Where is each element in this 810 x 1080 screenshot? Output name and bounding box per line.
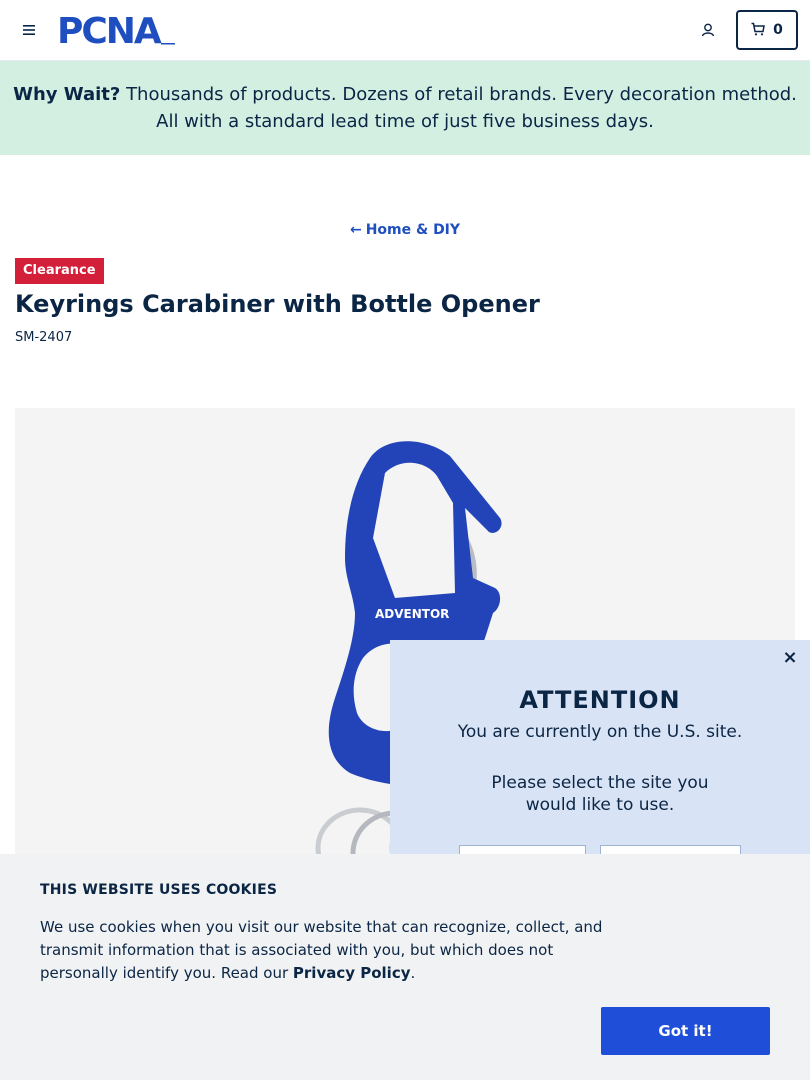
- cookie-text: We use cookies when you visit our websit…: [40, 916, 610, 985]
- cart-count: 0: [773, 22, 783, 38]
- cookie-title: THIS WEBSITE USES COOKIES: [40, 882, 278, 898]
- product-title: Keyrings Carabiner with Bottle Opener: [15, 290, 540, 318]
- breadcrumb-back-link[interactable]: ← Home & DIY: [0, 222, 810, 238]
- clearance-badge: Clearance: [15, 258, 104, 284]
- breadcrumb-label: Home & DIY: [365, 222, 461, 238]
- promo-lead: Why Wait?: [13, 84, 121, 105]
- pcna-logo[interactable]: PCNA: [57, 11, 177, 52]
- privacy-policy-link[interactable]: Privacy Policy: [293, 964, 411, 982]
- logo-text: PCNA: [57, 13, 162, 47]
- cookie-end: .: [410, 964, 416, 982]
- cart-button[interactable]: 0: [736, 10, 798, 50]
- cookie-banner: THIS WEBSITE USES COOKIES We use cookies…: [0, 854, 810, 1080]
- close-icon[interactable]: ×: [780, 648, 800, 668]
- product-sku: SM-2407: [15, 330, 73, 345]
- modal-title: ATTENTION: [519, 686, 681, 714]
- modal-current-site-text: You are currently on the U.S. site.: [457, 722, 743, 742]
- promo-banner: Why Wait? Thousands of products. Dozens …: [0, 61, 810, 155]
- modal-instruction-text: Please select the site you would like to…: [491, 773, 709, 815]
- cart-icon: [751, 21, 766, 40]
- promo-body: Thousands of products. Dozens of retail …: [120, 84, 797, 132]
- hamburger-menu-icon[interactable]: [18, 20, 40, 40]
- account-icon[interactable]: [696, 18, 720, 42]
- site-header: PCNA 0: [0, 0, 810, 61]
- promo-text: Why Wait? Thousands of products. Dozens …: [12, 81, 798, 135]
- got-it-button[interactable]: Got it!: [601, 1007, 770, 1055]
- product-imprint: ADVENTOR: [375, 607, 449, 621]
- arrow-left-icon: ←: [349, 222, 362, 238]
